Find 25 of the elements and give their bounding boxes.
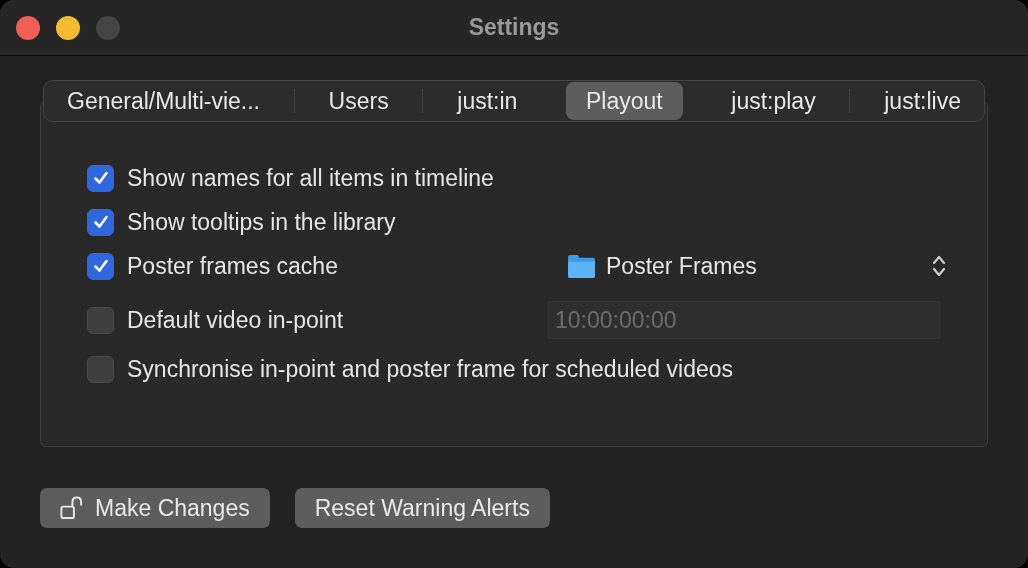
checkbox[interactable] — [87, 252, 114, 280]
option-label: Poster frames cache — [127, 252, 338, 280]
checkbox[interactable] — [87, 208, 114, 236]
action-button[interactable]: Make Changes — [40, 488, 270, 528]
folder-icon — [567, 253, 596, 279]
option-label: Show tooltips in the library — [127, 208, 396, 236]
checkbox[interactable] — [87, 355, 114, 383]
unlocked-padlock-icon — [60, 495, 83, 521]
checkbox[interactable] — [87, 164, 114, 192]
checkbox[interactable] — [87, 306, 114, 334]
chevron-up-down-icon — [931, 253, 947, 279]
tab[interactable]: just:live — [864, 82, 981, 120]
tab[interactable]: Playout — [565, 82, 683, 120]
tab[interactable]: just:play — [711, 82, 836, 120]
close-button[interactable] — [16, 16, 40, 40]
tab[interactable]: General/Multi-vie... — [47, 82, 280, 120]
folder-popup[interactable]: Poster Frames — [557, 247, 949, 285]
action-button[interactable]: Reset Warning Alerts — [294, 488, 550, 528]
tab[interactable]: just:in — [437, 82, 538, 120]
option-label: Default video in-point — [127, 306, 344, 334]
tab[interactable]: Users — [308, 82, 409, 120]
minimize-button[interactable] — [56, 16, 80, 40]
window-title: Settings — [468, 14, 560, 41]
option-label: Show names for all items in timeline — [127, 164, 494, 192]
option-label: Synchronise in-point and poster frame for scheduled videos — [127, 355, 733, 383]
